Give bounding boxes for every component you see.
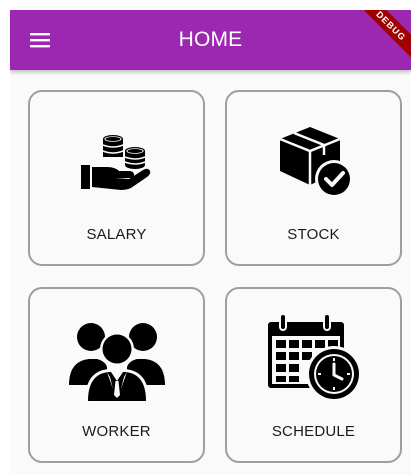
salary-label: SALARY [86, 226, 147, 243]
home-menu-grid: SALARY STOCK WORKER SCHEDULE [10, 70, 411, 475]
stock-label: STOCK [287, 226, 340, 243]
schedule-card[interactable]: SCHEDULE [225, 287, 402, 463]
stock-card[interactable]: STOCK [225, 90, 402, 266]
page-title: HOME [178, 28, 243, 51]
worker-group-icon [68, 323, 165, 401]
worker-card[interactable]: WORKER [28, 287, 205, 463]
salary-coins-hand-icon [80, 135, 150, 190]
schedule-calendar-clock-icon [267, 313, 362, 402]
schedule-label: SCHEDULE [271, 423, 356, 440]
salary-card[interactable]: SALARY [28, 90, 205, 266]
stock-box-check-icon [279, 127, 353, 198]
app-screen: HOME DEBUG SALARY STOCK WORKER SCHEDULE [10, 10, 411, 475]
worker-label: WORKER [82, 423, 151, 440]
app-bar: HOME DEBUG [10, 10, 411, 70]
